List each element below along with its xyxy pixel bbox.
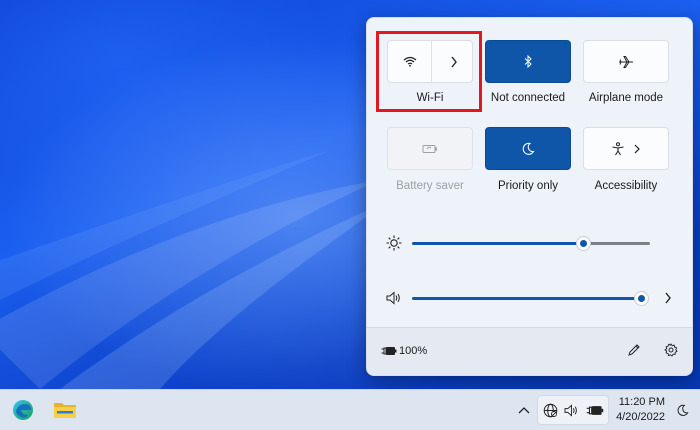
battery-percent[interactable]: 100%: [399, 345, 427, 357]
chevron-right-icon[interactable]: [664, 292, 672, 304]
chevron-right-icon: [634, 144, 640, 153]
chevron-right-icon: [450, 56, 457, 67]
wifi-label: Wi-Fi: [416, 92, 444, 104]
volume-slider-fill: [412, 297, 642, 300]
speaker-icon: [386, 291, 400, 305]
globe-icon: [543, 403, 558, 418]
airplane-label: Airplane mode: [588, 92, 664, 104]
brightness-slider-fill: [412, 242, 583, 245]
moon-icon: [522, 142, 535, 155]
file-explorer-app-button[interactable]: [53, 399, 77, 421]
chevron-up-icon[interactable]: [518, 406, 530, 414]
wifi-expand-button[interactable]: [431, 41, 475, 82]
battery-saver-icon: [422, 144, 437, 153]
accessibility-label: Accessibility: [594, 180, 658, 192]
edge-app-button[interactable]: [12, 399, 36, 421]
wifi-tile[interactable]: [387, 40, 473, 83]
wifi-toggle[interactable]: [388, 41, 431, 82]
volume-slider-thumb[interactable]: [635, 292, 648, 305]
bluetooth-icon: [524, 55, 532, 68]
system-tray-group[interactable]: [537, 395, 609, 425]
quick-settings-panel: Wi-Fi Not connected Airplane mode Batter…: [366, 17, 693, 376]
battery-saver-tile[interactable]: [387, 127, 473, 170]
bluetooth-tile[interactable]: [485, 40, 571, 83]
clock-date: 4/20/2022: [616, 411, 665, 423]
battery-charging-icon: [381, 347, 397, 355]
wifi-icon: [403, 56, 416, 67]
gear-icon[interactable]: [664, 343, 678, 357]
accessibility-icon: [612, 141, 624, 155]
clock-time: 11:20 PM: [618, 396, 665, 408]
volume-slider[interactable]: [412, 289, 650, 307]
moon-icon[interactable]: [676, 404, 689, 417]
speaker-icon: [564, 404, 577, 417]
brightness-icon: [386, 235, 402, 251]
taskbar: 11:20 PM 4/20/2022: [0, 389, 700, 430]
airplane-icon: [619, 55, 633, 68]
folder-icon: [54, 403, 76, 418]
battery-charging-icon: [586, 406, 604, 415]
focus-assist-label: Priority only: [497, 180, 559, 192]
accessibility-tile[interactable]: [583, 127, 669, 170]
brightness-slider-rest: [583, 242, 650, 245]
taskbar-clock[interactable]: 11:20 PM 4/20/2022: [616, 395, 665, 425]
bluetooth-label: Not connected: [490, 92, 566, 104]
focus-assist-tile[interactable]: [485, 127, 571, 170]
quick-settings-footer: 100%: [367, 327, 692, 375]
pencil-icon[interactable]: [627, 343, 641, 357]
brightness-slider[interactable]: [412, 234, 650, 252]
edge-icon: [13, 400, 33, 420]
brightness-slider-thumb[interactable]: [577, 237, 590, 250]
airplane-tile[interactable]: [583, 40, 669, 83]
battery-saver-label: Battery saver: [396, 180, 464, 192]
